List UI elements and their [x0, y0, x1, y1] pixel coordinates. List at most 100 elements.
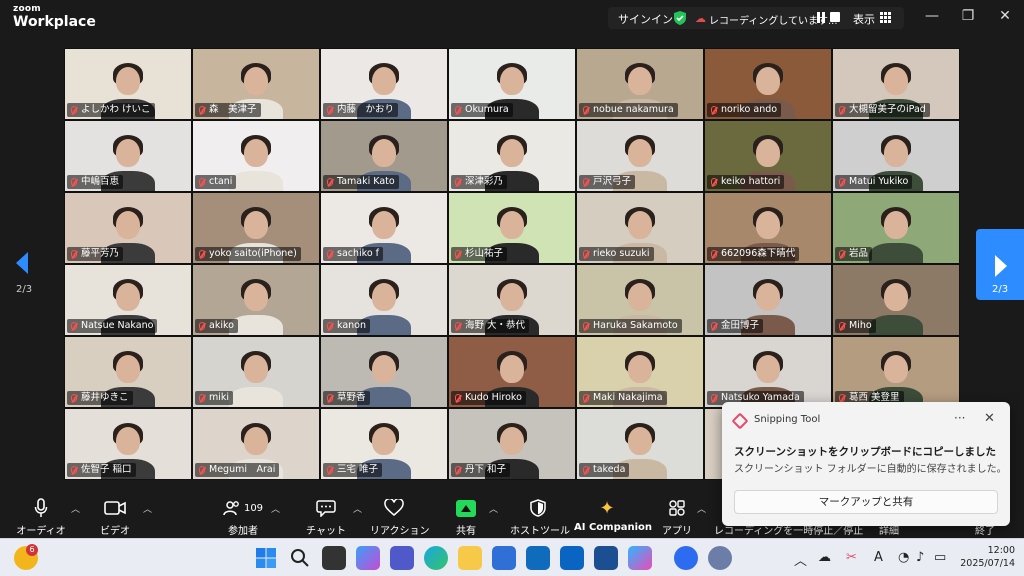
zoom-taskbar-icon[interactable]	[674, 546, 698, 570]
edge-icon[interactable]	[424, 546, 448, 570]
participant-tile[interactable]: 草野香	[320, 336, 448, 408]
task-view-icon[interactable]	[322, 546, 346, 570]
ime-indicator[interactable]: A	[874, 550, 883, 565]
participant-tile[interactable]: 藤平芳乃	[64, 192, 192, 264]
chevron-up-icon[interactable]: ︿	[794, 550, 807, 569]
participant-tile[interactable]: 中嶋百恵	[64, 120, 192, 192]
participant-tile[interactable]: よしかわ けいこ	[64, 48, 192, 120]
participant-tile[interactable]: 杉山祐子	[448, 192, 576, 264]
participant-tile[interactable]: Megumi Arai	[192, 408, 320, 480]
app-m-icon[interactable]	[594, 546, 618, 570]
muted-mic-icon	[71, 322, 77, 330]
ai-companion-button[interactable]: ✦ AI Companion	[574, 490, 652, 538]
shield-icon	[510, 496, 566, 520]
encryption-shield-icon[interactable]	[672, 10, 688, 26]
participant-tile[interactable]: Maki Nakajima	[576, 336, 704, 408]
participant-tile[interactable]: Haruka Sakamoto	[576, 264, 704, 336]
gallery-grid-icon[interactable]	[880, 12, 891, 23]
participant-tile[interactable]: Miho	[832, 264, 960, 336]
previous-page-button[interactable]: 2/3	[10, 250, 34, 300]
participant-tile[interactable]: 大槻留美子のiPad	[832, 48, 960, 120]
participant-tile[interactable]: Kudo Hiroko	[448, 336, 576, 408]
participant-tile[interactable]: 岩品	[832, 192, 960, 264]
participant-tile[interactable]: 海野 大・恭代	[448, 264, 576, 336]
apps-button[interactable]: アプリ ︿	[660, 490, 706, 538]
outlook-new-icon[interactable]	[560, 546, 584, 570]
snipping-tray-icon[interactable]: ✂	[846, 550, 857, 565]
copilot-icon[interactable]	[356, 546, 380, 570]
participant-tile[interactable]: 深津彩乃	[448, 120, 576, 192]
cloud-icon[interactable]: ☁	[818, 550, 831, 565]
participant-tile[interactable]: 佐智子 稲口	[64, 408, 192, 480]
next-page-button[interactable]: 2/3	[976, 229, 1024, 300]
participant-tile[interactable]: Okumura	[448, 48, 576, 120]
clock[interactable]: 12:00 2025/07/14	[955, 544, 1015, 570]
participant-tile[interactable]: ctani	[192, 120, 320, 192]
search-icon[interactable]	[288, 546, 312, 570]
participant-face	[756, 355, 780, 383]
chat-bubble-icon	[302, 496, 350, 520]
participant-tile[interactable]: 戸沢弓子	[576, 120, 704, 192]
chevron-up-icon[interactable]: ︿	[271, 502, 280, 515]
outlook-icon[interactable]	[526, 546, 550, 570]
store-icon[interactable]	[492, 546, 516, 570]
more-options-icon[interactable]: ···	[954, 411, 965, 425]
participant-tile[interactable]: sachiko f	[320, 192, 448, 264]
participant-tile[interactable]: 金田博子	[704, 264, 832, 336]
chat-button[interactable]: チャット ︿	[302, 490, 362, 538]
stop-recording-icon[interactable]	[830, 12, 840, 22]
audio-button[interactable]: オーディオ ︿	[14, 490, 80, 538]
chevron-up-icon[interactable]: ︿	[489, 502, 498, 515]
participant-tile[interactable]: 森 美津子	[192, 48, 320, 120]
wifi-icon[interactable]: ◔	[898, 550, 909, 565]
chevron-up-icon[interactable]: ︿	[353, 502, 362, 515]
volume-icon[interactable]: ♪	[916, 550, 924, 565]
chevron-up-icon[interactable]: ︿	[143, 502, 152, 515]
participant-tile[interactable]: Matui Yukiko	[832, 120, 960, 192]
battery-icon[interactable]: ▭	[934, 550, 946, 565]
participant-tile[interactable]: miki	[192, 336, 320, 408]
copilot-365-icon[interactable]	[628, 546, 652, 570]
restore-icon[interactable]: ❐	[958, 8, 978, 24]
signin-button[interactable]: サインイン	[618, 11, 673, 27]
teams-icon[interactable]	[390, 546, 414, 570]
participant-tile[interactable]: 藤井ゆきこ	[64, 336, 192, 408]
share-button[interactable]: 共有 ︿	[446, 490, 498, 538]
participant-name: 大槻留美子のiPad	[849, 104, 926, 115]
participant-tile[interactable]: 葛西 美登里	[832, 336, 960, 408]
participant-tile[interactable]: 内藤 かおり	[320, 48, 448, 120]
participant-tile[interactable]: keiko hattori	[704, 120, 832, 192]
participant-tile[interactable]: yoko saito(iPhone)	[192, 192, 320, 264]
close-notification-icon[interactable]: ✕	[984, 411, 995, 426]
participant-tile[interactable]: Natsue Nakano	[64, 264, 192, 336]
close-icon[interactable]: ✕	[995, 8, 1015, 24]
file-explorer-icon[interactable]	[458, 546, 482, 570]
view-button[interactable]: 表示	[853, 11, 875, 27]
participant-tile[interactable]: kanon	[320, 264, 448, 336]
muted-mic-icon	[455, 394, 461, 402]
pause-recording-icon[interactable]	[816, 12, 826, 23]
video-button[interactable]: ビデオ ︿	[90, 490, 152, 538]
minimize-icon[interactable]: —	[922, 8, 942, 24]
participant-name-label: nobue nakamura	[579, 103, 678, 117]
participant-tile[interactable]: takeda	[576, 408, 704, 480]
participant-tile[interactable]: rieko suzuki	[576, 192, 704, 264]
windows-start-icon[interactable]	[254, 546, 278, 570]
host-tools-button[interactable]: ホストツール	[510, 490, 570, 538]
reactions-button[interactable]: リアクション	[370, 490, 430, 538]
chevron-up-icon[interactable]: ︿	[71, 502, 80, 515]
participants-button[interactable]: 109 参加者 ︿	[218, 490, 280, 538]
chevron-up-icon[interactable]: ︿	[697, 502, 706, 515]
participant-tile[interactable]: akiko	[192, 264, 320, 336]
participant-tile[interactable]: nobue nakamura	[576, 48, 704, 120]
participant-name: kanon	[337, 320, 367, 331]
participant-tile[interactable]: 丹下 和子	[448, 408, 576, 480]
participant-tile[interactable]: 三宅 唯子	[320, 408, 448, 480]
app-circle-icon[interactable]	[708, 546, 732, 570]
participant-tile[interactable]: Natsuko Yamada	[704, 336, 832, 408]
heart-icon	[370, 496, 418, 520]
participant-tile[interactable]: 662096森下晴代	[704, 192, 832, 264]
markup-share-button[interactable]: マークアップと共有	[734, 490, 998, 514]
participant-tile[interactable]: noriko ando	[704, 48, 832, 120]
participant-tile[interactable]: Tamaki Kato	[320, 120, 448, 192]
